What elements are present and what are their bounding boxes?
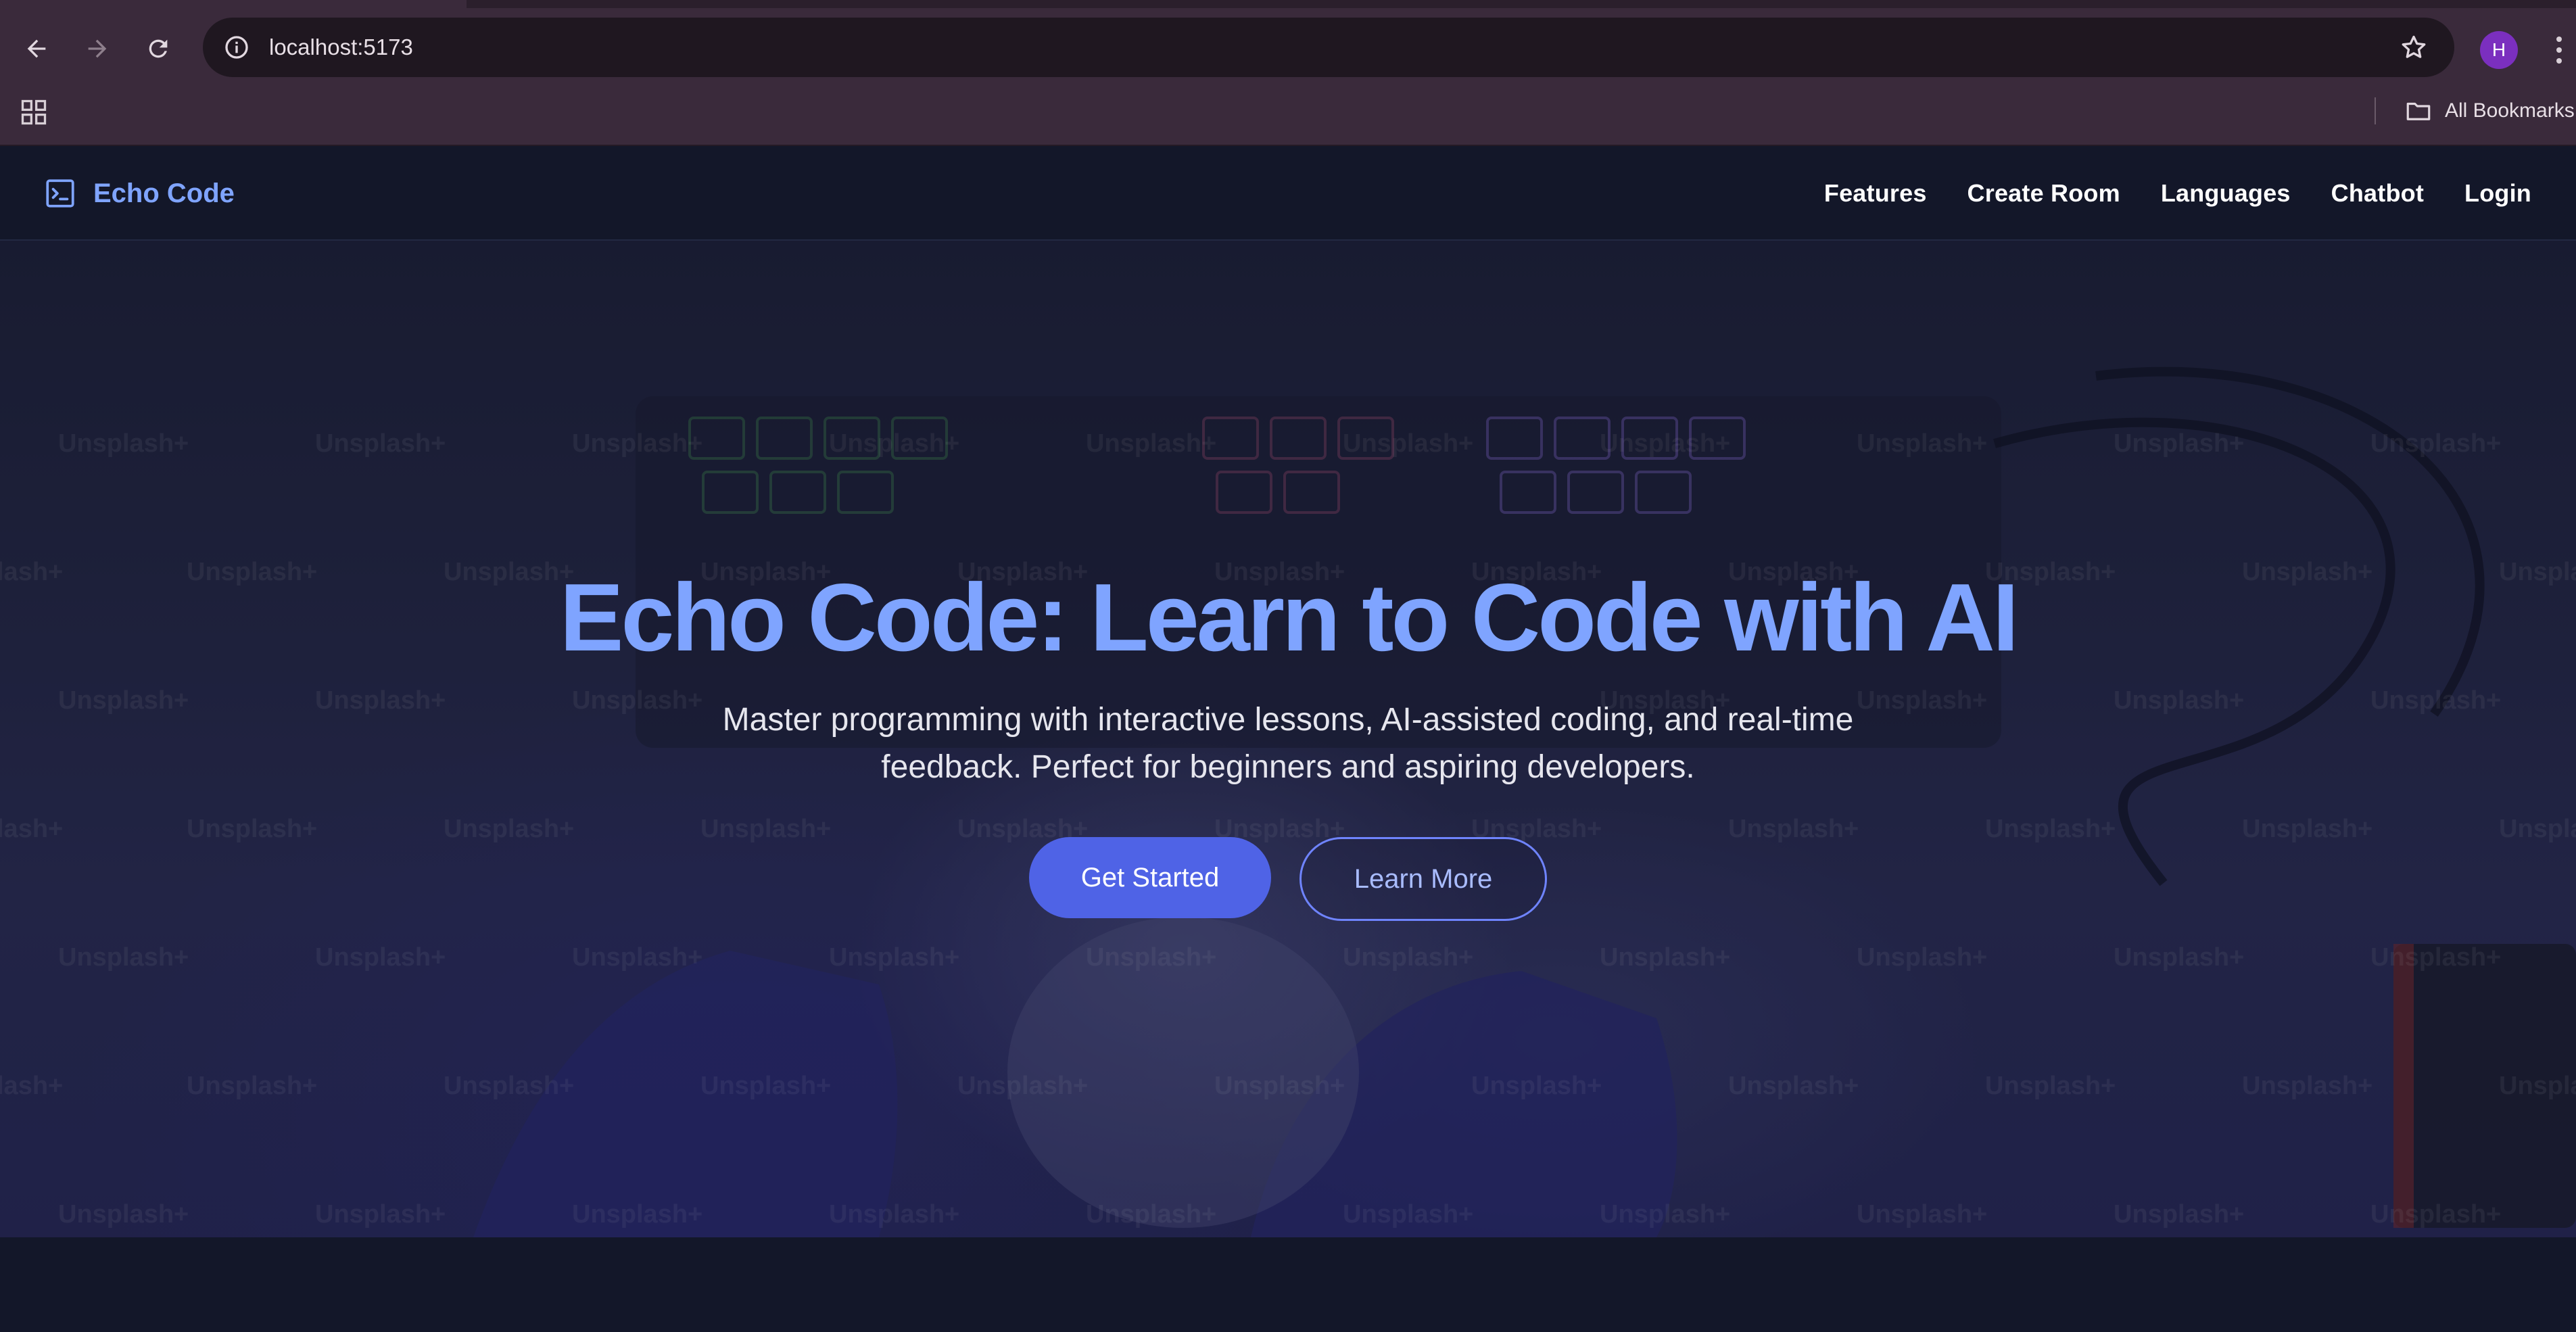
browser-menu-icon[interactable] bbox=[2549, 30, 2569, 70]
nav-link-login[interactable]: Login bbox=[2464, 179, 2531, 208]
site-info-icon[interactable] bbox=[222, 32, 252, 62]
tab-strip bbox=[0, 0, 2576, 8]
back-button[interactable] bbox=[15, 27, 58, 70]
profile-avatar[interactable]: H bbox=[2480, 31, 2518, 69]
address-bar[interactable]: localhost:5173 bbox=[203, 18, 2454, 77]
forward-button[interactable] bbox=[76, 27, 119, 70]
hero-content: Echo Code: Learn to Code with AI Master … bbox=[0, 564, 2576, 922]
forward-arrow-icon bbox=[88, 39, 107, 58]
reload-button[interactable] bbox=[137, 27, 180, 70]
apps-grid-icon[interactable] bbox=[19, 97, 49, 127]
brand-link[interactable]: Echo Code bbox=[43, 176, 235, 211]
nav-link-languages[interactable]: Languages bbox=[2161, 179, 2291, 208]
folder-icon bbox=[2406, 102, 2431, 120]
nav-link-features[interactable]: Features bbox=[1824, 179, 1927, 208]
web-page: Echo Code Features Create Room Languages… bbox=[0, 146, 2576, 1332]
all-bookmarks-label: All Bookmarks bbox=[2445, 99, 2575, 122]
back-arrow-icon bbox=[27, 39, 46, 58]
active-tab[interactable] bbox=[0, 0, 467, 8]
terminal-icon bbox=[46, 179, 74, 208]
hero-subtitle: Master programming with interactive less… bbox=[722, 702, 1854, 786]
hero-title: Echo Code: Learn to Code with AI bbox=[559, 564, 2020, 671]
brand-name: Echo Code bbox=[93, 178, 235, 208]
bookmarks-divider bbox=[2375, 97, 2376, 124]
url-text[interactable]: localhost:5173 bbox=[269, 34, 413, 60]
all-bookmarks-button[interactable]: All Bookmarks bbox=[2404, 96, 2575, 126]
nav-link-create-room[interactable]: Create Room bbox=[1967, 179, 2120, 208]
get-started-button[interactable]: Get Started bbox=[1029, 837, 1271, 919]
hero-cta-group: Get Started Learn More bbox=[0, 837, 2576, 922]
bookmarks-bar bbox=[0, 89, 2576, 146]
reload-icon bbox=[149, 39, 168, 58]
browser-toolbar: localhost:5173 bbox=[0, 8, 2576, 89]
nav-link-chatbot[interactable]: Chatbot bbox=[2331, 179, 2424, 208]
primary-nav: Features Create Room Languages Chatbot L… bbox=[1824, 176, 2531, 211]
hero-section: Unsplash+ Unsplash+ Unsplash+ Unsplash+ Unsp… bbox=[0, 241, 2576, 1237]
bookmark-star-icon[interactable] bbox=[2398, 31, 2430, 64]
learn-more-button[interactable]: Learn More bbox=[1299, 837, 1547, 922]
site-navbar: Echo Code Features Create Room Languages… bbox=[0, 146, 2576, 241]
next-section bbox=[0, 1237, 2576, 1332]
